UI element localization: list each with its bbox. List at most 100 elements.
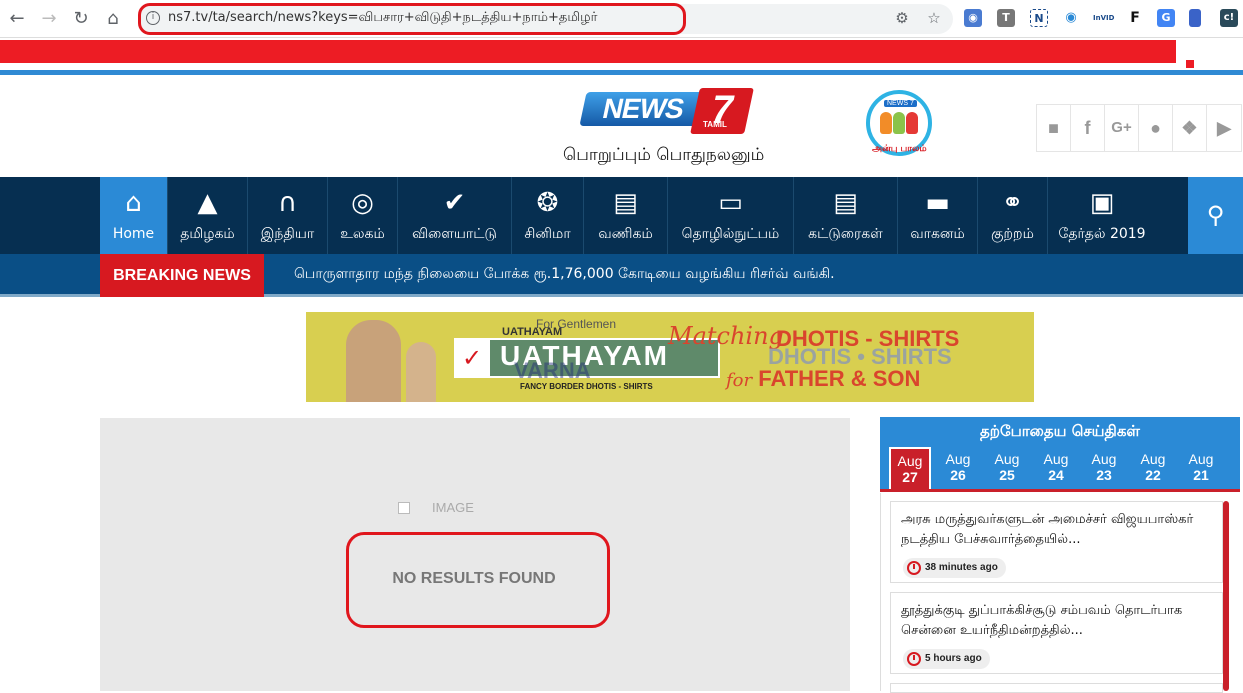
ad-father-son-text: FATHER & SON	[758, 366, 921, 391]
date-day: 23	[1096, 467, 1112, 483]
date-day: 21	[1193, 467, 1209, 483]
date-tab-21[interactable]: Aug 21	[1180, 447, 1222, 489]
nav-item-tamilagam[interactable]: ▲ தமிழகம்	[168, 177, 248, 254]
reload-icon[interactable]: ↻	[70, 8, 92, 30]
anbu-paalam-text: அன்பு பாலம்	[872, 144, 927, 154]
breaking-news-bar: BREAKING NEWS பொருளாதார மந்த நிலையை போக்…	[0, 254, 1243, 297]
date-tab-27[interactable]: Aug 27	[889, 447, 931, 489]
target-extension-icon[interactable]: ◉	[1062, 9, 1080, 27]
date-tab-26[interactable]: Aug 26	[937, 447, 979, 489]
search-results-panel: IMAGE NO RESULTS FOUND	[100, 418, 850, 691]
invid-extension-icon[interactable]: InVID	[1093, 9, 1114, 27]
date-tab-22[interactable]: Aug 22	[1132, 447, 1174, 489]
ad-varna: VARNA	[514, 358, 591, 383]
date-month: Aug	[994, 451, 1020, 467]
image-alt-text: IMAGE	[432, 500, 474, 515]
ballot-box-icon: ▣	[1089, 188, 1115, 218]
youtube-icon[interactable]: ▶	[1207, 105, 1241, 151]
latest-news-header: தற்போதைய செய்திகள் Aug 27 Aug 26 Aug 25 …	[880, 417, 1240, 492]
t-extension-icon[interactable]: T	[997, 9, 1015, 27]
anbu-news7-badge: NEWS 7	[884, 100, 917, 107]
nav-label: குற்றம்	[991, 226, 1034, 242]
facebook-icon[interactable]: f	[1071, 105, 1105, 151]
news7-logo[interactable]: NEWS 7 TAMIL	[579, 88, 754, 136]
nav-label: வாகனம்	[910, 226, 965, 242]
nav-item-india[interactable]: ∩ இந்தியா	[248, 177, 328, 254]
ad-father-son: for FATHER & SON	[726, 366, 920, 392]
blocked-content-icon[interactable]: ⚙	[893, 9, 911, 27]
c-extension-icon[interactable]: c!	[1220, 9, 1238, 27]
translate-extension-icon[interactable]: G	[1157, 9, 1175, 27]
nav-item-election-2019[interactable]: ▣ தேர்தல் 2019	[1048, 177, 1156, 254]
breaking-news-headline[interactable]: பொருளாதார மந்த நிலையை போக்க ரூ.1,76,000 …	[294, 266, 835, 284]
bookmark-extension-icon[interactable]	[1189, 9, 1201, 27]
twitter-icon[interactable]: ❖	[1173, 105, 1207, 151]
logo-tamil-text: TAMIL	[703, 120, 727, 129]
anbu-paalam-logo[interactable]: NEWS 7 அன்பு பாலம்	[866, 90, 936, 160]
forward-arrow-icon[interactable]: →	[38, 8, 60, 30]
nav-label: தேர்தல் 2019	[1058, 226, 1146, 242]
nav-item-thozhilnutpam[interactable]: ▭ தொழில்நுட்பம்	[668, 177, 794, 254]
nav-label: கட்டுரைகள்	[808, 226, 883, 242]
nav-label: தமிழகம்	[180, 226, 235, 242]
social-links: ■ f G+ ● ❖ ▶	[1036, 104, 1242, 152]
android-icon[interactable]: ■	[1037, 105, 1071, 151]
nav-item-vanigam[interactable]: ▤ வணிகம்	[584, 177, 668, 254]
nav-item-ulagam[interactable]: ◎ உலகம்	[328, 177, 398, 254]
nav-item-home[interactable]: ⌂ Home	[100, 177, 168, 254]
nav-label: உலகம்	[340, 226, 385, 242]
people-figure-icon	[880, 112, 892, 134]
clock-icon	[907, 652, 921, 666]
date-tabs-underline	[880, 489, 1240, 492]
f-extension-icon[interactable]: F	[1126, 9, 1144, 27]
news-card[interactable]	[890, 683, 1223, 693]
site-info-icon[interactable]: i	[146, 11, 160, 25]
nav-item-cinema[interactable]: ❂ சினிமா	[512, 177, 584, 254]
date-tab-25[interactable]: Aug 25	[986, 447, 1028, 489]
n-extension-icon[interactable]: N	[1030, 9, 1048, 27]
browser-toolbar: ← → ↻ ⌂ i ns7.tv/ta/search/news?keys=விப…	[0, 0, 1243, 38]
news-card-title[interactable]: தூத்துக்குடி துப்பாக்கிச்சூடு சம்பவம் தொ…	[901, 601, 1211, 641]
google-plus-icon[interactable]: G+	[1105, 105, 1139, 151]
broken-image: IMAGE	[398, 500, 508, 518]
breaking-news-label: BREAKING NEWS	[100, 254, 264, 297]
bookmark-star-icon[interactable]: ☆	[925, 9, 943, 27]
site-tagline: பொறுப்பும் பொதுநலனும்	[563, 145, 765, 165]
nav-label: வணிகம்	[598, 226, 653, 242]
date-tab-23[interactable]: Aug 23	[1083, 447, 1125, 489]
date-month: Aug	[1091, 451, 1117, 467]
globe-icon: ◎	[351, 188, 374, 218]
url-text[interactable]: ns7.tv/ta/search/news?keys=விபசார+விடுதி…	[168, 10, 597, 26]
news-card-title[interactable]: அரசு மருத்துவர்களுடன் அமைச்சர் விஜயபாஸ்க…	[901, 510, 1211, 550]
latest-news-title: தற்போதைய செய்திகள்	[980, 422, 1140, 440]
date-tab-24[interactable]: Aug 24	[1035, 447, 1077, 489]
news-card[interactable]: தூத்துக்குடி துப்பாக்கிச்சூடு சம்பவம் தொ…	[890, 592, 1223, 674]
nav-label: விளையாட்டு	[412, 226, 497, 242]
search-button[interactable]: ⚲	[1188, 177, 1243, 254]
main-navigation: ⌂ Home ▲ தமிழகம் ∩ இந்தியா ◎ உலகம் ✔ விள…	[0, 177, 1243, 254]
nav-item-vaaganam[interactable]: ▬ வாகனம்	[898, 177, 978, 254]
back-arrow-icon[interactable]: ←	[6, 8, 28, 30]
nav-item-vilaiyaattu[interactable]: ✔ விளையாட்டு	[398, 177, 512, 254]
hockey-icon: ✔	[443, 188, 466, 218]
newspaper-icon: ▤	[833, 188, 858, 218]
india-gate-icon: ∩	[277, 188, 298, 218]
people-figure-icon	[906, 112, 918, 134]
people-figure-icon	[893, 112, 905, 134]
search-icon: ⚲	[1206, 201, 1225, 229]
apple-icon[interactable]: ●	[1139, 105, 1173, 151]
advertisement-banner[interactable]: ✓ For Gentlemen UATHAYAM UATHAYAM VARNA …	[306, 312, 1034, 402]
news-card-time-text: 5 hours ago	[925, 653, 982, 664]
news-list-scrollbar[interactable]	[1223, 501, 1229, 691]
ad-model-image	[346, 320, 401, 402]
date-month: Aug	[1043, 451, 1069, 467]
date-day: 22	[1145, 467, 1161, 483]
nav-item-katturaigal[interactable]: ▤ கட்டுரைகள்	[794, 177, 898, 254]
nav-item-kutram[interactable]: ⚭ குற்றம்	[978, 177, 1048, 254]
logo-news-text: NEWS	[579, 92, 707, 126]
news-card[interactable]: அரசு மருத்துவர்களுடன் அமைச்சர் விஜயபாஸ்க…	[890, 501, 1223, 583]
date-day: 24	[1048, 467, 1064, 483]
home-icon[interactable]: ⌂	[102, 8, 124, 30]
nav-label: Home	[112, 226, 155, 242]
camera-extension-icon[interactable]: ◉	[964, 9, 982, 27]
